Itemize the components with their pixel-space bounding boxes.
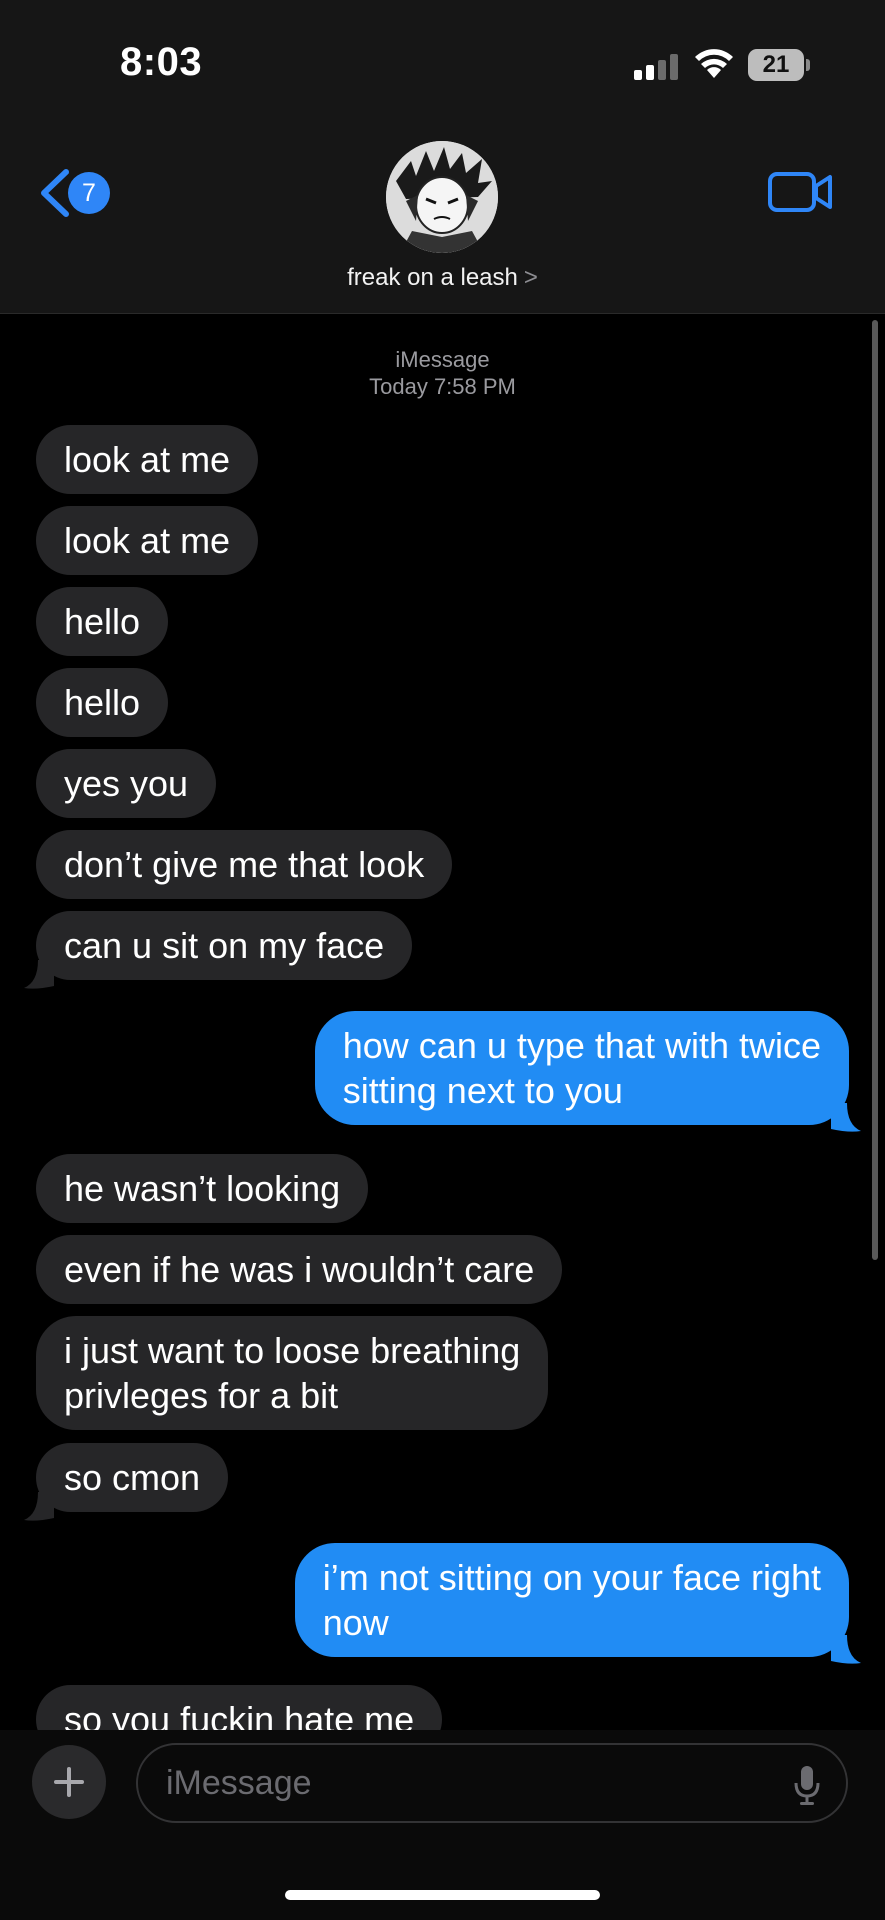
message-bubble-incoming[interactable]: hello xyxy=(36,668,169,737)
thread-timestamp: Today 7:58 PM xyxy=(369,374,516,399)
message-bubble-incoming[interactable]: he wasn’t looking xyxy=(36,1154,369,1223)
top-bar: 8:03 21 7 freak on a leash > xyxy=(0,0,885,314)
battery-icon: 21 xyxy=(748,49,810,83)
bubble-tail xyxy=(24,1492,54,1521)
contact-name: freak on a leash xyxy=(347,264,518,291)
bubble-tail xyxy=(831,1635,861,1664)
message-input[interactable]: iMessage xyxy=(136,1743,848,1823)
chevron-right-icon: > xyxy=(523,264,538,291)
message-bubble-incoming[interactable]: so cmon xyxy=(36,1443,229,1512)
status-time: 8:03 xyxy=(120,40,203,84)
bubble-tail xyxy=(831,1103,861,1132)
bubble-tail xyxy=(24,960,54,989)
message-bubble-outgoing[interactable]: i’m not sitting on your face right now xyxy=(294,1543,849,1657)
message-bubble-incoming[interactable]: look at me xyxy=(36,425,259,494)
message-bubble-incoming[interactable]: even if he was i wouldn’t care xyxy=(36,1235,563,1304)
cellular-signal-icon xyxy=(634,54,678,80)
message-thread[interactable]: iMessage Today 7:58 PM look at me look a… xyxy=(0,314,885,1730)
message-bubble-incoming[interactable]: yes you xyxy=(36,749,217,818)
scroll-indicator[interactable] xyxy=(872,320,878,1260)
home-indicator[interactable] xyxy=(285,1890,600,1900)
message-bubble-outgoing[interactable]: how can u type that with twice sitting n… xyxy=(314,1011,849,1125)
microphone-icon[interactable] xyxy=(794,1765,820,1805)
message-bubble-incoming[interactable]: so you fuckin hate me xyxy=(36,1685,443,1730)
plus-icon[interactable] xyxy=(32,1745,106,1819)
unread-count-badge[interactable]: 7 xyxy=(68,172,110,214)
service-label: iMessage xyxy=(395,347,490,372)
contact-name-button[interactable]: freak on a leash > xyxy=(0,264,885,292)
message-bubble-incoming[interactable]: don’t give me that look xyxy=(36,830,453,899)
message-bubble-incoming[interactable]: can u sit on my face xyxy=(36,911,413,980)
message-bubble-incoming[interactable]: hello xyxy=(36,587,169,656)
message-bubble-incoming[interactable]: look at me xyxy=(36,506,259,575)
message-bubble-incoming[interactable]: i just want to loose breathing privleges… xyxy=(36,1316,549,1430)
battery-level: 21 xyxy=(762,51,790,78)
wifi-icon xyxy=(695,49,733,78)
video-call-icon[interactable] xyxy=(768,170,834,214)
message-input-placeholder: iMessage xyxy=(166,1764,312,1802)
contact-avatar[interactable] xyxy=(386,141,498,253)
